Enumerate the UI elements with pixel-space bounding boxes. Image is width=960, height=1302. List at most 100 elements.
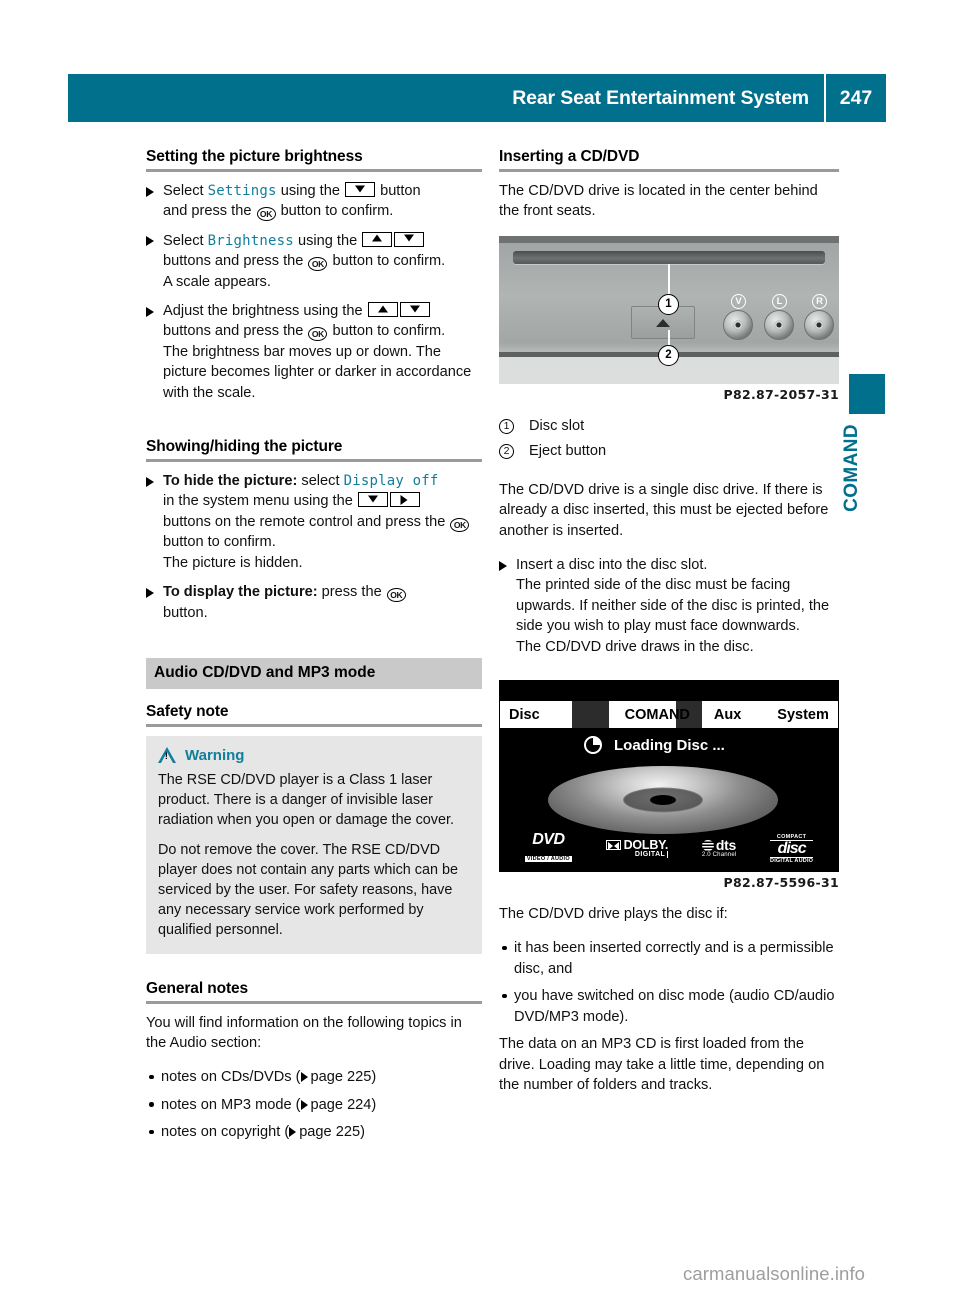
- warning-title: Warning: [185, 746, 245, 764]
- step-text-a: press the: [321, 584, 382, 601]
- step-text-line2a: and press the: [163, 203, 252, 220]
- step-text-line3: A scale appears.: [163, 273, 271, 290]
- step-hide-picture: To hide the picture: select Display off …: [146, 471, 482, 573]
- up-arrow-button-icon: [367, 302, 398, 318]
- step-adjust-brightness: Adjust the brightness using the buttons …: [146, 301, 482, 403]
- dts-logo-icon: dts 2.0 Channel: [701, 838, 737, 859]
- list-item: you have switched on disc mode (audio CD…: [499, 986, 839, 1027]
- step-insert-disc: Insert a disc into the disc slot. The pr…: [499, 555, 839, 657]
- cd-logo-sub: DIGITAL AUDIO: [770, 857, 814, 864]
- step-triangle-icon: [499, 560, 507, 571]
- tab-aux[interactable]: Aux: [714, 707, 741, 723]
- dts-logo-sub: 2.0 Channel: [701, 852, 737, 859]
- dvd-logo-sub: VIDEO / AUDIO: [524, 856, 572, 863]
- tab-comand[interactable]: COMAND: [625, 707, 690, 723]
- step-text-line2b: button to confirm.: [332, 323, 446, 340]
- dolby-logo-sub: DIGITAL: [606, 851, 669, 859]
- tab-divider-shade: [572, 701, 609, 729]
- heading-showing-hiding-picture: Showing/hiding the picture: [146, 438, 343, 456]
- step-text: Insert a disc into the disc slot.: [516, 557, 708, 574]
- warning-paragraph-2: Do not remove the cover. The RSE CD/DVD …: [158, 841, 458, 939]
- figure-caption: P82.87-5596-31: [723, 875, 839, 891]
- list-item-text: notes on MP3 mode: [161, 1096, 292, 1113]
- bullet-dot-icon: [149, 1129, 154, 1135]
- left-column: Setting the picture brightness Select Se…: [146, 148, 482, 1150]
- jack-label-right: R: [812, 293, 827, 309]
- jack-label-video: V: [731, 293, 746, 309]
- tab-disc[interactable]: Disc: [509, 707, 540, 723]
- step-text-c: buttons on the remote control and press …: [163, 513, 446, 530]
- page-reference-text: page 224: [310, 1096, 372, 1113]
- step-text-line2a: buttons and press the: [163, 323, 304, 340]
- figure-legend-item-2: 2 Eject button: [499, 441, 839, 462]
- callout-number-2: 2: [658, 344, 679, 366]
- dolby-logo-text: DOLBY.: [623, 838, 669, 853]
- menu-item-brightness: Brightness: [207, 232, 294, 249]
- figure-legend-item-1: 1 Disc slot: [499, 416, 839, 437]
- list-item-text: you have switched on disc mode (audio CD…: [514, 988, 835, 1025]
- comand-loading-screen: Disc COMAND Aux System Loading Disc ... …: [499, 680, 839, 873]
- up-arrow-button-icon: [362, 231, 393, 247]
- list-item: notes on CDs/DVDs (page 225): [146, 1067, 482, 1087]
- dolby-double-d-icon: [605, 840, 621, 851]
- step-text-tail: button: [380, 183, 421, 199]
- step-text-d: button to confirm.: [163, 534, 276, 551]
- heading-rule: [146, 1000, 482, 1004]
- heading-setting-picture-brightness: Setting the picture brightness: [146, 148, 363, 165]
- callout-leader-line: [668, 263, 670, 294]
- rca-jack-right: [804, 309, 834, 340]
- heading-safety-note: Safety note: [146, 702, 229, 720]
- step-triangle-icon: [146, 476, 154, 487]
- warning-paragraph-1: The RSE CD/DVD player is a Class 1 laser…: [158, 771, 455, 829]
- legend-number-2: 2: [499, 444, 514, 460]
- bullet-dot-icon: [502, 945, 507, 951]
- disc-illustration: [548, 766, 778, 835]
- disc-slot: [513, 250, 825, 264]
- ok-button-icon: OK: [450, 517, 470, 532]
- callout-leader-line: [668, 329, 670, 345]
- warning-header: Warning: [158, 747, 470, 764]
- heading-rule: [499, 169, 839, 172]
- list-item-text: notes on CDs/DVDs: [161, 1069, 292, 1086]
- screen-content-area: Loading Disc ... DVD VIDEO / AUDIO DOLBY…: [500, 728, 838, 872]
- single-disc-drive-paragraph: The CD/DVD drive is a single disc drive.…: [499, 481, 829, 539]
- heading-inserting-cd-dvd: Inserting a CD/DVD: [499, 148, 640, 165]
- bullet-dot-icon: [502, 993, 507, 999]
- heading-rule: [146, 459, 482, 463]
- step-bold-lead: To hide the picture:: [163, 473, 298, 490]
- step-select-settings: Select Settings using the button and pre…: [146, 181, 482, 222]
- step-display-picture: To display the picture: press the OK but…: [146, 582, 482, 623]
- step-bold-lead: To display the picture:: [163, 584, 318, 601]
- step-text-mid: using the: [280, 183, 340, 199]
- screen-tab-bar: Disc COMAND Aux System: [500, 701, 838, 729]
- down-arrow-button-icon: [394, 231, 425, 247]
- general-notes-intro: You will find information on the followi…: [146, 1014, 462, 1051]
- tab-system[interactable]: System: [777, 707, 829, 723]
- step-text-lead: Adjust the brightness using the: [163, 303, 363, 320]
- dvd-logo-icon: DVD VIDEO / AUDIO: [524, 832, 572, 865]
- right-arrow-button-icon: [389, 492, 420, 508]
- page-reference-icon: [300, 1099, 308, 1110]
- heading-rule: [146, 169, 482, 172]
- step-result-2: The CD/DVD drive draws in the disc.: [516, 638, 754, 655]
- loading-pie-icon: [584, 736, 602, 755]
- page-title: Rear Seat Entertainment System: [512, 86, 809, 109]
- step-text-line3: The brightness bar moves up or down. The…: [163, 343, 472, 401]
- step-triangle-icon: [146, 306, 154, 317]
- step-text-mid: using the: [297, 232, 358, 249]
- ok-button-icon: OK: [308, 257, 328, 272]
- list-item: notes on copyright (page 225): [146, 1122, 482, 1142]
- step-text-line2a: buttons and press the: [163, 253, 304, 270]
- mp3-loading-paragraph: The data on an MP3 CD is first loaded fr…: [499, 1036, 825, 1093]
- step-text-b: in the system menu using the: [163, 493, 353, 510]
- step-text-b: button.: [163, 604, 208, 621]
- dts-logo-main: dts: [701, 838, 737, 852]
- bullet-dot-icon: [149, 1102, 154, 1107]
- figure-caption: P82.87-2057-31: [723, 386, 839, 402]
- dolby-digital-logo-icon: DOLBY. DIGITAL: [605, 838, 669, 859]
- legend-number-1: 1: [499, 419, 514, 435]
- cd-dvd-drive-photo: 1 2 V L R: [499, 235, 839, 384]
- step-text-a: select: [301, 473, 340, 490]
- ok-button-icon: OK: [386, 588, 406, 603]
- legend-label-2: Eject button: [529, 442, 607, 459]
